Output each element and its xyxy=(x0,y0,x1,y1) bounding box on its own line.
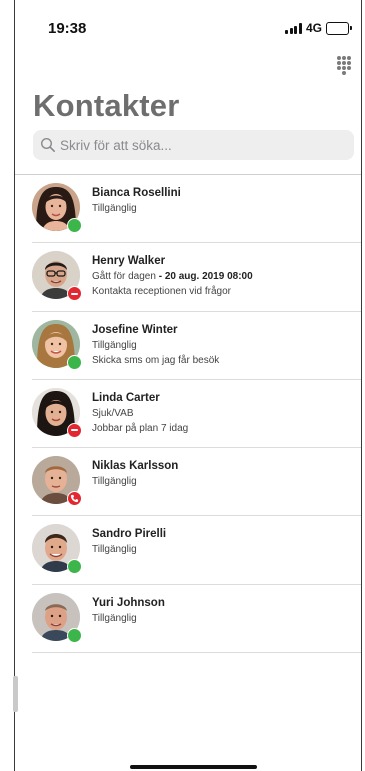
contact-status: Sjuk/VAB xyxy=(92,407,134,419)
contact-name: Bianca Rosellini xyxy=(92,187,181,199)
signal-icon xyxy=(285,22,302,34)
avatar xyxy=(32,592,82,643)
available-status-icon xyxy=(67,218,82,233)
contact-name: Henry Walker xyxy=(92,255,166,268)
busy-status-icon xyxy=(67,286,82,302)
dialpad-icon[interactable] xyxy=(337,56,351,75)
contact-status: Tillgänglig xyxy=(92,476,137,488)
contact-row[interactable]: Henry Walker Gått för dagen - 20 aug. 20… xyxy=(15,243,361,312)
phone-icon xyxy=(70,495,79,503)
page-title: Kontakter xyxy=(33,88,180,123)
screen-edge-right xyxy=(361,0,362,771)
search-input[interactable] xyxy=(60,137,340,153)
battery-icon xyxy=(326,21,352,35)
search-icon xyxy=(40,137,55,152)
contact-row[interactable]: Yuri Johnson Tillgänglig xyxy=(15,585,361,654)
contact-list: Bianca Rosellini Tillgänglig Henry Walke… xyxy=(15,175,361,654)
contact-status: Gått för dagen - 20 aug. 2019 08:00 xyxy=(92,271,253,283)
home-indicator[interactable] xyxy=(130,765,257,769)
available-status-icon xyxy=(67,559,82,575)
contact-status: Tillgänglig xyxy=(92,339,137,351)
contact-row[interactable]: Niklas Karlsson Tillgänglig xyxy=(15,448,361,517)
avatar xyxy=(32,183,82,233)
on-call-status-icon xyxy=(67,491,82,507)
busy-status-icon xyxy=(67,422,82,438)
contact-name: Niklas Karlsson xyxy=(92,460,179,473)
status-indicators: 4G xyxy=(285,21,352,35)
avatar xyxy=(32,524,82,575)
contact-name: Josefine Winter xyxy=(92,323,178,336)
search-bar[interactable] xyxy=(33,130,354,160)
contact-status: Tillgänglig xyxy=(92,544,137,556)
contact-row[interactable]: Sandro Pirelli Tillgänglig xyxy=(15,516,361,585)
contact-name: Yuri Johnson xyxy=(92,596,165,609)
avatar xyxy=(32,251,82,302)
status-time: 19:38 xyxy=(48,20,87,37)
network-type: 4G xyxy=(305,21,322,35)
contact-status-detail: - 20 aug. 2019 08:00 xyxy=(158,271,253,283)
available-status-icon xyxy=(67,354,82,370)
contact-row[interactable]: Josefine Winter Tillgänglig Skicka sms o… xyxy=(15,312,361,380)
avatar xyxy=(32,387,82,438)
side-handle xyxy=(13,676,18,712)
contact-row[interactable]: Bianca Rosellini Tillgänglig xyxy=(15,175,361,244)
contact-status: Tillgänglig xyxy=(92,612,137,624)
available-status-icon xyxy=(67,627,82,643)
contact-note: Kontakta receptionen vid frågor xyxy=(92,286,231,298)
contact-note: Skicka sms om jag får besök xyxy=(92,354,220,366)
contact-status: Tillgänglig xyxy=(92,203,137,214)
contact-name: Linda Carter xyxy=(92,391,160,404)
contact-note: Jobbar på plan 7 idag xyxy=(92,422,189,434)
avatar xyxy=(32,319,82,370)
contact-name: Sandro Pirelli xyxy=(92,528,167,541)
contact-row[interactable]: Linda Carter Sjuk/VAB Jobbar på plan 7 i… xyxy=(15,380,361,449)
status-bar: 19:38 4G xyxy=(15,0,361,44)
avatar xyxy=(32,456,82,507)
